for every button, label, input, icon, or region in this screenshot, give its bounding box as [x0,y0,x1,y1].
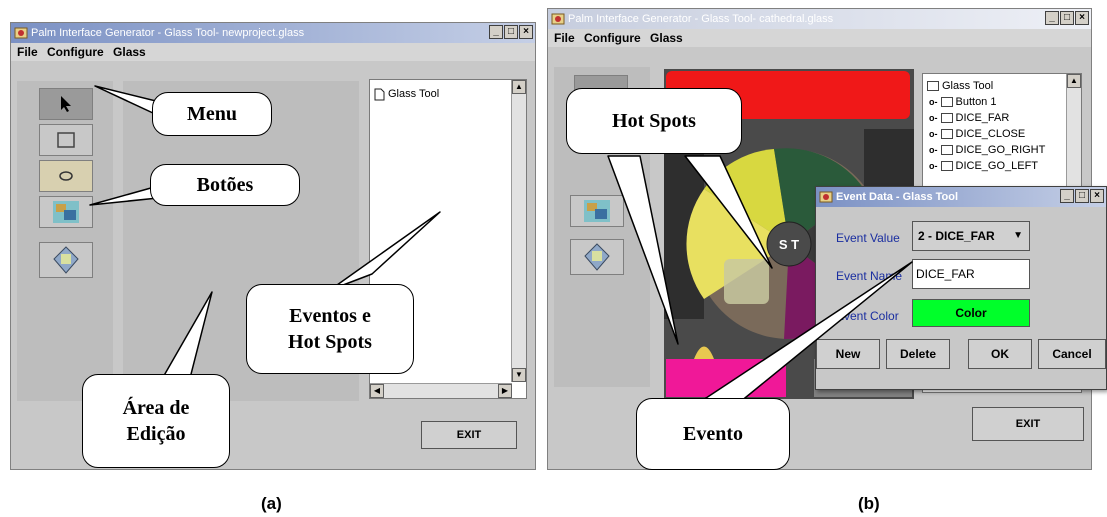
callout-events: Eventos e Hot Spots [246,284,414,374]
callout-edit: Área de Edição [82,374,230,468]
callout-events-line1: Eventos e [289,305,371,327]
caption-b: (b) [858,494,880,513]
events-pointer [329,211,441,291]
event-pointer [699,261,913,403]
callout-event: Evento [636,398,790,470]
callout-events-line2: Hot Spots [288,331,372,353]
hotspots-pointer-right [684,155,773,269]
callout-menu: Menu [152,92,272,136]
callout-edit-line1: Área de [122,397,190,419]
callout-buttons: Botões [150,164,300,206]
edit-pointer [157,291,213,387]
callout-hotspots: Hot Spots [566,88,742,154]
callout-edit-line2: Edição [126,423,186,445]
buttons-pointer [89,185,159,206]
hotspots-pointer-left [607,155,679,345]
caption-a: (a) [261,494,282,513]
